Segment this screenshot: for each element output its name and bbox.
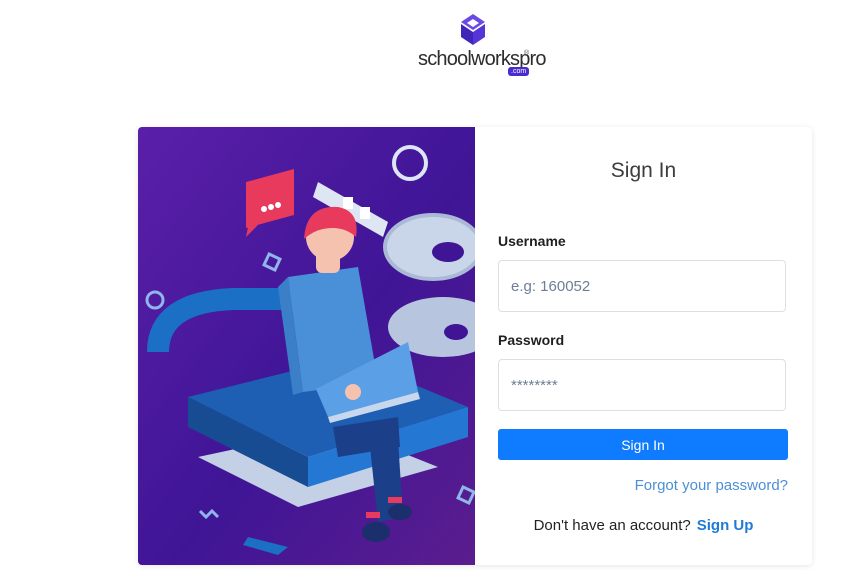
signup-prompt: Don't have an account? Sign Up [475, 517, 812, 534]
cube-logo-icon [461, 14, 485, 45]
login-card: Sign In Username Password Sign In Forgot… [138, 127, 812, 565]
brand-logo: schoolworkspro ® .com [416, 14, 547, 78]
username-input[interactable] [498, 260, 786, 312]
forgot-password-link[interactable]: Forgot your password? [635, 477, 788, 494]
sign-up-link[interactable]: Sign Up [697, 517, 754, 534]
registered-mark: ® [524, 50, 530, 57]
login-form: Sign In Username Password Sign In Forgot… [475, 127, 812, 565]
password-label: Password [498, 332, 565, 348]
form-title: Sign In [610, 159, 677, 182]
security-illustration [138, 127, 475, 565]
domain-badge: .com [508, 67, 530, 76]
no-account-text: Don't have an account? [533, 517, 691, 534]
username-label: Username [498, 233, 566, 249]
password-input[interactable] [498, 359, 786, 411]
sign-in-button[interactable]: Sign In [498, 429, 788, 460]
